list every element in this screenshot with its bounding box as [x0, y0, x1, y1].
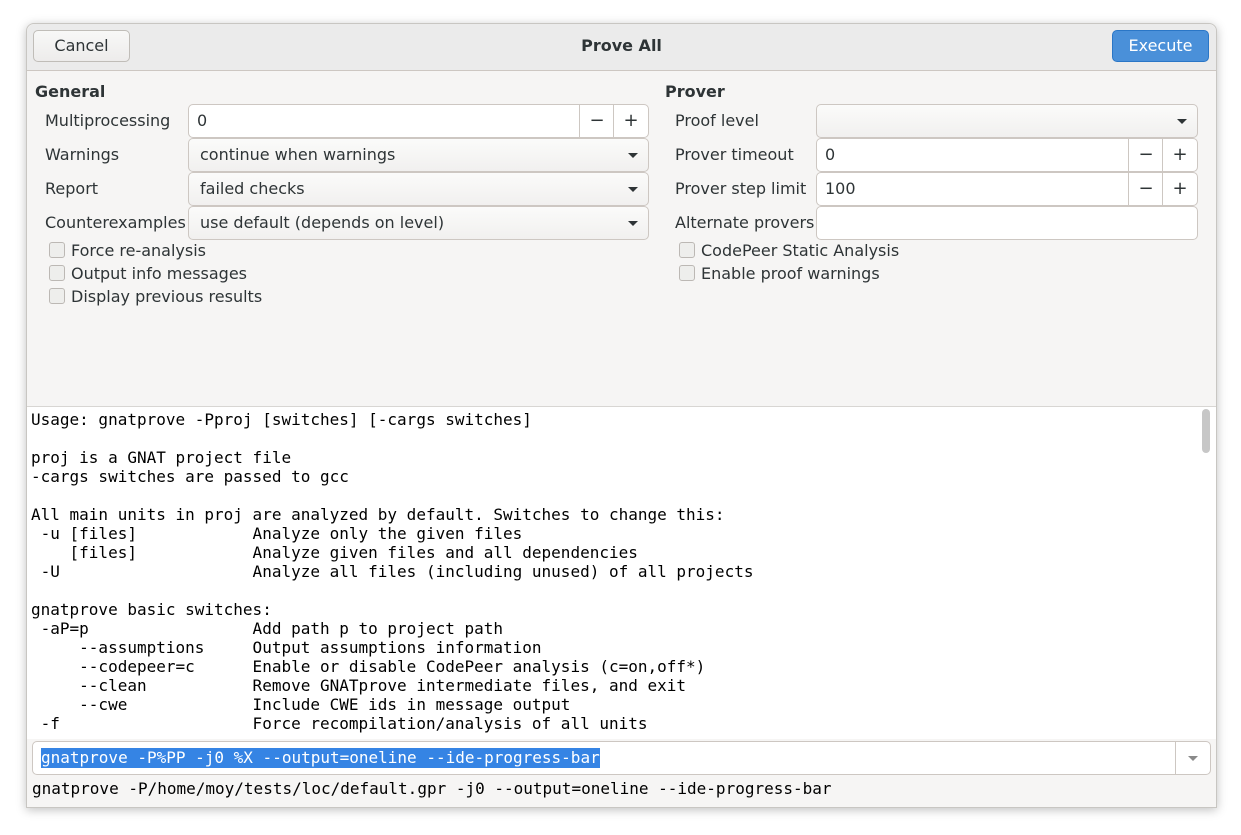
header-bar: Prove All Cancel Execute: [27, 24, 1216, 71]
display-previous-results-label: Display previous results: [71, 287, 263, 306]
prover-step-limit-spinner[interactable]: 100 − +: [816, 172, 1198, 206]
output-info-messages-label: Output info messages: [71, 264, 247, 283]
execute-button[interactable]: Execute: [1112, 30, 1209, 62]
checkbox-box[interactable]: [49, 288, 65, 304]
chevron-down-icon: [1188, 756, 1198, 761]
checkbox-box[interactable]: [49, 242, 65, 258]
command-history-dropdown-button[interactable]: [1175, 742, 1210, 774]
force-reanalysis-label: Force re-analysis: [71, 241, 206, 260]
multiprocessing-decrement-button[interactable]: −: [579, 105, 614, 137]
enable-proof-warnings-label: Enable proof warnings: [701, 264, 880, 283]
report-label: Report: [45, 179, 99, 198]
enable-proof-warnings-checkbox[interactable]: Enable proof warnings: [679, 264, 880, 284]
command-line-input[interactable]: gnatprove -P%PP -j0 %X --output=oneline …: [41, 748, 600, 768]
force-reanalysis-checkbox[interactable]: Force re-analysis: [49, 241, 206, 261]
prover-step-limit-label: Prover step limit: [675, 179, 807, 198]
general-section-title: General: [35, 82, 106, 101]
codepeer-static-analysis-label: CodePeer Static Analysis: [701, 241, 900, 260]
prover-step-limit-decrement-button[interactable]: −: [1128, 173, 1163, 205]
prover-timeout-increment-button[interactable]: +: [1162, 139, 1197, 171]
command-line-combo[interactable]: gnatprove -P%PP -j0 %X --output=oneline …: [32, 741, 1211, 775]
chevron-down-icon: [628, 187, 638, 192]
counterexamples-label: Counterexamples: [45, 213, 186, 232]
codepeer-static-analysis-checkbox[interactable]: CodePeer Static Analysis: [679, 241, 899, 261]
help-text: Usage: gnatprove -Pproj [switches] [-car…: [31, 410, 754, 733]
proof-level-label: Proof level: [675, 111, 759, 130]
expanded-command-line: gnatprove -P/home/moy/tests/loc/default.…: [32, 779, 832, 798]
multiprocessing-spinner[interactable]: 0 − +: [188, 104, 649, 138]
prover-timeout-value[interactable]: 0: [825, 139, 835, 171]
multiprocessing-label: Multiprocessing: [45, 111, 171, 130]
prover-step-limit-value[interactable]: 100: [825, 173, 856, 205]
alternate-provers-input[interactable]: [816, 206, 1198, 240]
prove-all-dialog: Prove All Cancel Execute General Multipr…: [26, 23, 1217, 808]
chevron-down-icon: [1177, 119, 1187, 124]
warnings-label: Warnings: [45, 145, 120, 164]
multiprocessing-increment-button[interactable]: +: [613, 105, 648, 137]
counterexamples-select[interactable]: use default (depends on level): [188, 206, 649, 240]
chevron-down-icon: [628, 221, 638, 226]
chevron-down-icon: [628, 153, 638, 158]
output-info-messages-checkbox[interactable]: Output info messages: [49, 264, 247, 284]
dialog-title: Prove All: [581, 36, 662, 55]
alternate-provers-label: Alternate provers: [675, 213, 815, 232]
multiprocessing-value[interactable]: 0: [197, 105, 207, 137]
counterexamples-value: use default (depends on level): [200, 213, 445, 232]
prover-timeout-label: Prover timeout: [675, 145, 794, 164]
checkbox-box[interactable]: [679, 265, 695, 281]
help-text-view[interactable]: Usage: gnatprove -Pproj [switches] [-car…: [27, 406, 1216, 739]
help-scrollbar[interactable]: [1202, 409, 1210, 453]
prover-timeout-decrement-button[interactable]: −: [1128, 139, 1163, 171]
warnings-value: continue when warnings: [200, 145, 396, 164]
checkbox-box[interactable]: [679, 242, 695, 258]
display-previous-results-checkbox[interactable]: Display previous results: [49, 287, 262, 307]
report-select[interactable]: failed checks: [188, 172, 649, 206]
prover-step-limit-increment-button[interactable]: +: [1162, 173, 1197, 205]
options-panel: General Multiprocessing 0 − + Warnings c…: [27, 71, 1216, 406]
report-value: failed checks: [200, 179, 305, 198]
cancel-button[interactable]: Cancel: [33, 30, 130, 62]
proof-level-select[interactable]: [816, 104, 1198, 138]
prover-timeout-spinner[interactable]: 0 − +: [816, 138, 1198, 172]
prover-section-title: Prover: [665, 82, 725, 101]
warnings-select[interactable]: continue when warnings: [188, 138, 649, 172]
checkbox-box[interactable]: [49, 265, 65, 281]
